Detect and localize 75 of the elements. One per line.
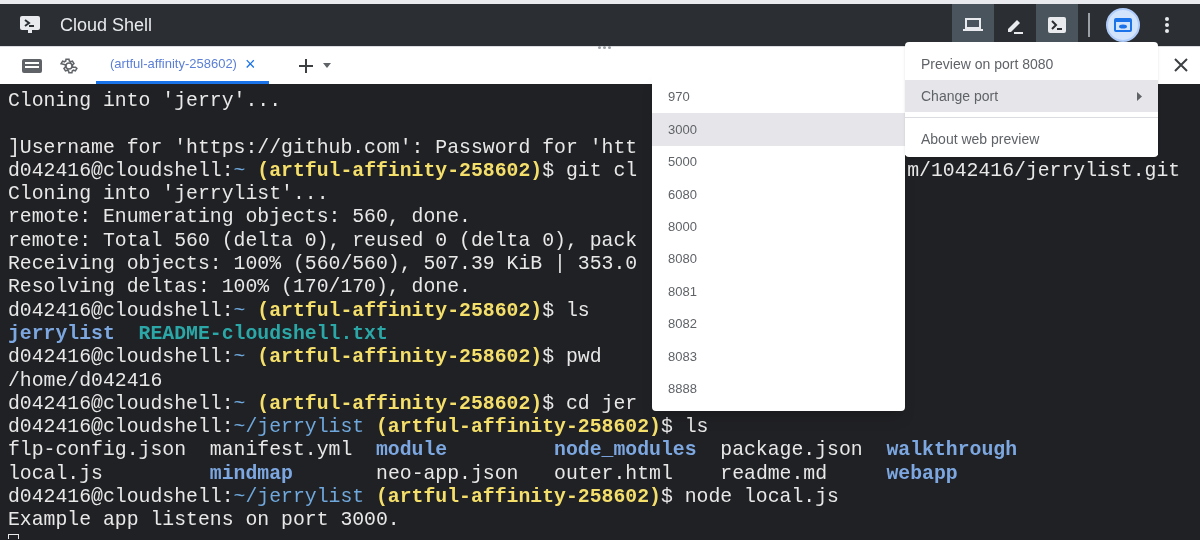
add-tab-icon[interactable]	[299, 58, 314, 73]
directory-name: walkthrough	[886, 439, 1018, 463]
drag-handle-icon[interactable]	[598, 46, 611, 49]
window-title: Cloud Shell	[60, 13, 153, 37]
terminal-text: d042416@cloudshell:	[8, 159, 234, 184]
terminal-text: $ node local.js	[660, 486, 839, 510]
menu-item[interactable]: Preview on port 8080	[905, 48, 1158, 80]
terminal-text: remote: Enumerating objects: 560, done.	[8, 206, 471, 230]
keyboard-icon[interactable]	[22, 58, 42, 73]
port-menu-item[interactable]: 970	[652, 81, 905, 114]
port-menu-item[interactable]: 6080	[652, 178, 905, 211]
port-menu-item[interactable]: 8888	[652, 372, 905, 405]
directory-name: node_modules	[554, 439, 697, 463]
cloud-shell-logo-icon	[20, 16, 40, 34]
terminal-text: d042416@cloudshell:	[8, 299, 234, 323]
project-name: (artful-affinity-258602)	[257, 346, 543, 370]
prompt-path: ~/jerrylist	[233, 486, 366, 510]
terminal-text: d042416@cloudshell:	[8, 346, 234, 370]
project-name: (artful-affinity-258602)	[257, 159, 543, 184]
directory-name: webapp	[886, 462, 958, 487]
tab-close-button[interactable]: ×	[244, 50, 256, 78]
prompt-path: ~	[233, 346, 247, 370]
terminal-text: Example app listens on port 3000.	[8, 509, 400, 533]
terminal-text: $ git cl	[542, 159, 638, 184]
port-menu-item[interactable]: 5000	[652, 145, 905, 179]
laptop-icon	[963, 18, 983, 32]
terminal-text: $ pwd	[542, 346, 602, 370]
project-name: (artful-affinity-258602)	[376, 416, 661, 440]
prompt-path: ~	[233, 299, 247, 323]
web-preview-icon	[1114, 18, 1132, 32]
directory-name: module	[376, 439, 449, 463]
project-name: (artful-affinity-258602)	[376, 486, 661, 510]
terminal-text: Receiving objects: 100% (560/560), 507.39 KiB | 353.0	[8, 253, 638, 277]
terminal-tab[interactable]: (artful-affinity-258602) ×	[96, 47, 270, 84]
port-menu-item[interactable]: 8083	[652, 340, 905, 373]
prompt-path: ~/jerrylist	[233, 416, 366, 440]
submenu-arrow-icon	[1137, 91, 1142, 101]
terminal-text: /home/d042416	[8, 369, 163, 393]
file-name: README-cloudshell.txt	[138, 322, 388, 347]
port-menu-item[interactable]: 8082	[652, 307, 905, 341]
terminal-text: local.js	[8, 462, 104, 487]
terminal-text: ]Username for 'https://github.com': Password for 'htt	[8, 136, 638, 160]
project-name: (artful-affinity-258602)	[257, 299, 543, 323]
more-icon	[1165, 17, 1169, 33]
directory-name: jerrylist	[8, 322, 116, 347]
menu-item[interactable]: About web preview	[905, 123, 1158, 155]
terminal-text: $ cd jer	[542, 392, 638, 417]
terminal-icon	[1048, 17, 1066, 33]
terminal-text: $ ls	[542, 299, 590, 323]
port-menu-item[interactable]: 8081	[652, 275, 905, 308]
directory-name: mindmap	[209, 462, 293, 487]
terminal-text: Cloning into 'jerrylist'...	[8, 183, 329, 207]
terminal-text: d042416@cloudshell:	[8, 486, 234, 510]
settings-icon[interactable]	[60, 56, 78, 75]
prompt-path: ~	[233, 392, 247, 417]
terminal-text: $ ls	[660, 416, 709, 440]
terminal-text: Resolving deltas: 100% (170/170), done.	[8, 276, 471, 300]
submenu-item[interactable]: Change port	[905, 80, 1158, 112]
project-name: (artful-affinity-258602)	[257, 392, 543, 417]
terminal-text: Cloning into 'jerry'...	[8, 90, 282, 114]
terminal-text: remote: Total 560 (delta 0), reused 0 (delta 0), pack	[8, 229, 638, 254]
terminal-text: neo-app.json outer.html readme.md	[375, 462, 829, 487]
close-icon[interactable]	[1174, 58, 1188, 72]
port-menu-item[interactable]: 8080	[652, 242, 905, 276]
port-menu-item[interactable]: 8000	[652, 210, 905, 243]
dropdown-caret-icon[interactable]	[323, 63, 332, 68]
terminal-text: package.json	[719, 439, 864, 463]
terminal-text: m/1042416/jerrylist.git	[907, 159, 1181, 184]
web-preview-button[interactable]	[1106, 8, 1140, 42]
terminal-cursor	[8, 533, 19, 539]
terminal-text: d042416@cloudshell:	[8, 392, 234, 417]
terminal-text: flp-config.json manifest.yml	[8, 439, 354, 463]
prompt-path: ~	[233, 159, 247, 184]
port-menu-item[interactable]: 3000	[652, 113, 905, 146]
terminal-text: d042416@cloudshell:	[8, 416, 234, 440]
